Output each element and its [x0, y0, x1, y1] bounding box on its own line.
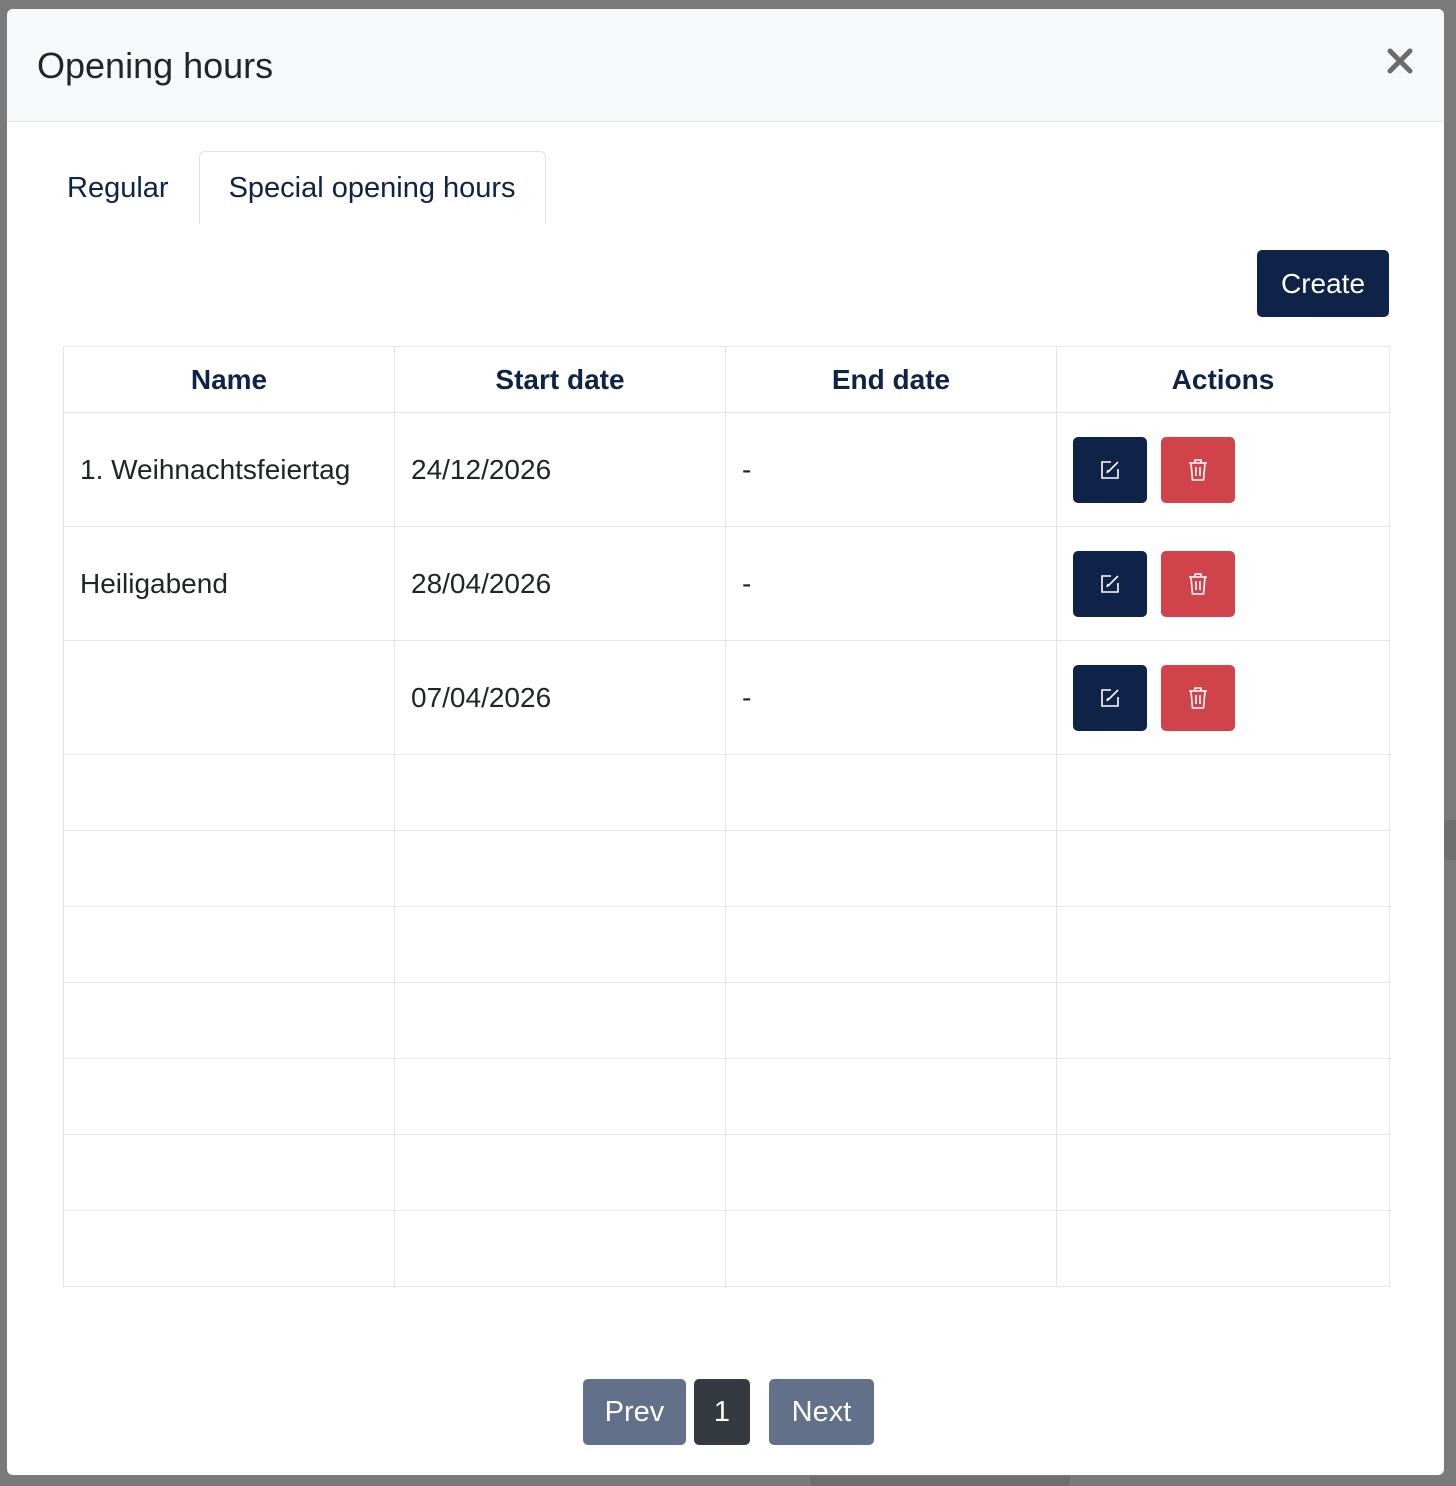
- tab-special-opening-hours[interactable]: Special opening hours: [198, 151, 546, 224]
- column-header-end-date: End date: [725, 346, 1057, 413]
- empty-cell: [725, 906, 1057, 983]
- column-header-name: Name: [63, 346, 395, 413]
- table-header-row: Name Start date End date Actions: [63, 346, 1390, 413]
- end-date-cell: -: [725, 412, 1057, 527]
- column-header-actions: Actions: [1056, 346, 1390, 413]
- actions-cell: [1056, 640, 1390, 755]
- trash-icon: [1189, 458, 1207, 481]
- tab-bar: Regular Special opening hours: [37, 151, 546, 224]
- name-cell: [63, 640, 395, 755]
- actions-cell: [1056, 412, 1390, 527]
- table-row: 1. Weihnachtsfeiertag 24/12/2026 -: [63, 412, 1390, 527]
- trash-icon: [1189, 572, 1207, 595]
- empty-cell: [394, 1134, 726, 1211]
- empty-cell: [725, 1134, 1057, 1211]
- background-fragment: [1444, 820, 1456, 860]
- empty-cell: [1056, 1058, 1390, 1135]
- empty-table-row: [63, 754, 1390, 831]
- empty-cell: [725, 982, 1057, 1059]
- empty-table-row: [63, 982, 1390, 1059]
- current-page-button[interactable]: 1: [694, 1379, 750, 1445]
- edit-icon: [1101, 574, 1119, 593]
- empty-cell: [725, 1210, 1057, 1287]
- end-date-cell: -: [725, 640, 1057, 755]
- table-row: Heiligabend 28/04/2026 -: [63, 526, 1390, 641]
- tab-label: Special opening hours: [228, 172, 516, 204]
- empty-cell: [394, 1210, 726, 1287]
- pagination: Prev 1 Next: [583, 1379, 874, 1445]
- next-page-button[interactable]: Next: [769, 1379, 874, 1445]
- start-date-cell: 24/12/2026: [394, 412, 726, 527]
- empty-cell: [1056, 754, 1390, 831]
- empty-cell: [394, 830, 726, 907]
- column-header-start-date: Start date: [394, 346, 726, 413]
- opening-hours-modal: Opening hours Regular Special opening ho…: [7, 9, 1444, 1475]
- start-date-cell: 07/04/2026: [394, 640, 726, 755]
- empty-cell: [1056, 1210, 1390, 1287]
- tab-regular[interactable]: Regular: [37, 151, 199, 224]
- modal-title: Opening hours: [37, 45, 274, 86]
- empty-cell: [1056, 982, 1390, 1059]
- name-cell: 1. Weihnachtsfeiertag: [63, 412, 395, 527]
- close-icon: [1387, 48, 1413, 74]
- edit-icon: [1101, 688, 1119, 707]
- empty-cell: [394, 1058, 726, 1135]
- start-date-cell: 28/04/2026: [394, 526, 726, 641]
- delete-button[interactable]: [1161, 436, 1235, 503]
- edit-button[interactable]: [1073, 664, 1147, 731]
- empty-cell: [725, 754, 1057, 831]
- empty-table-row: [63, 1210, 1390, 1287]
- empty-cell: [63, 906, 395, 983]
- empty-cell: [394, 906, 726, 983]
- empty-cell: [63, 830, 395, 907]
- empty-table-row: [63, 906, 1390, 983]
- empty-cell: [1056, 830, 1390, 907]
- create-button[interactable]: Create: [1257, 250, 1389, 317]
- empty-cell: [63, 1134, 395, 1211]
- empty-cell: [63, 1210, 395, 1287]
- empty-table-row: [63, 830, 1390, 907]
- empty-table-row: [63, 1058, 1390, 1135]
- table-body: 1. Weihnachtsfeiertag 24/12/2026 - Heili…: [63, 412, 1390, 1287]
- delete-button[interactable]: [1161, 664, 1235, 731]
- edit-button[interactable]: [1073, 550, 1147, 617]
- name-cell: Heiligabend: [63, 526, 395, 641]
- delete-button[interactable]: [1161, 550, 1235, 617]
- empty-table-row: [63, 1134, 1390, 1211]
- empty-cell: [63, 1058, 395, 1135]
- end-date-cell: -: [725, 526, 1057, 641]
- close-button[interactable]: [1382, 43, 1418, 79]
- prev-page-button[interactable]: Prev: [583, 1379, 686, 1445]
- empty-cell: [394, 754, 726, 831]
- empty-cell: [63, 754, 395, 831]
- table-row: 07/04/2026 -: [63, 640, 1390, 755]
- empty-cell: [394, 982, 726, 1059]
- actions-cell: [1056, 526, 1390, 641]
- edit-icon: [1101, 460, 1119, 479]
- empty-cell: [63, 982, 395, 1059]
- empty-cell: [725, 830, 1057, 907]
- edit-button[interactable]: [1073, 436, 1147, 503]
- empty-cell: [725, 1058, 1057, 1135]
- special-hours-table: Name Start date End date Actions 1. Weih…: [63, 346, 1390, 1287]
- background-fragment: [810, 1476, 1070, 1486]
- trash-icon: [1189, 686, 1207, 709]
- tab-label: Regular: [67, 172, 169, 204]
- empty-cell: [1056, 1134, 1390, 1211]
- empty-cell: [1056, 906, 1390, 983]
- modal-header: Opening hours: [7, 9, 1444, 122]
